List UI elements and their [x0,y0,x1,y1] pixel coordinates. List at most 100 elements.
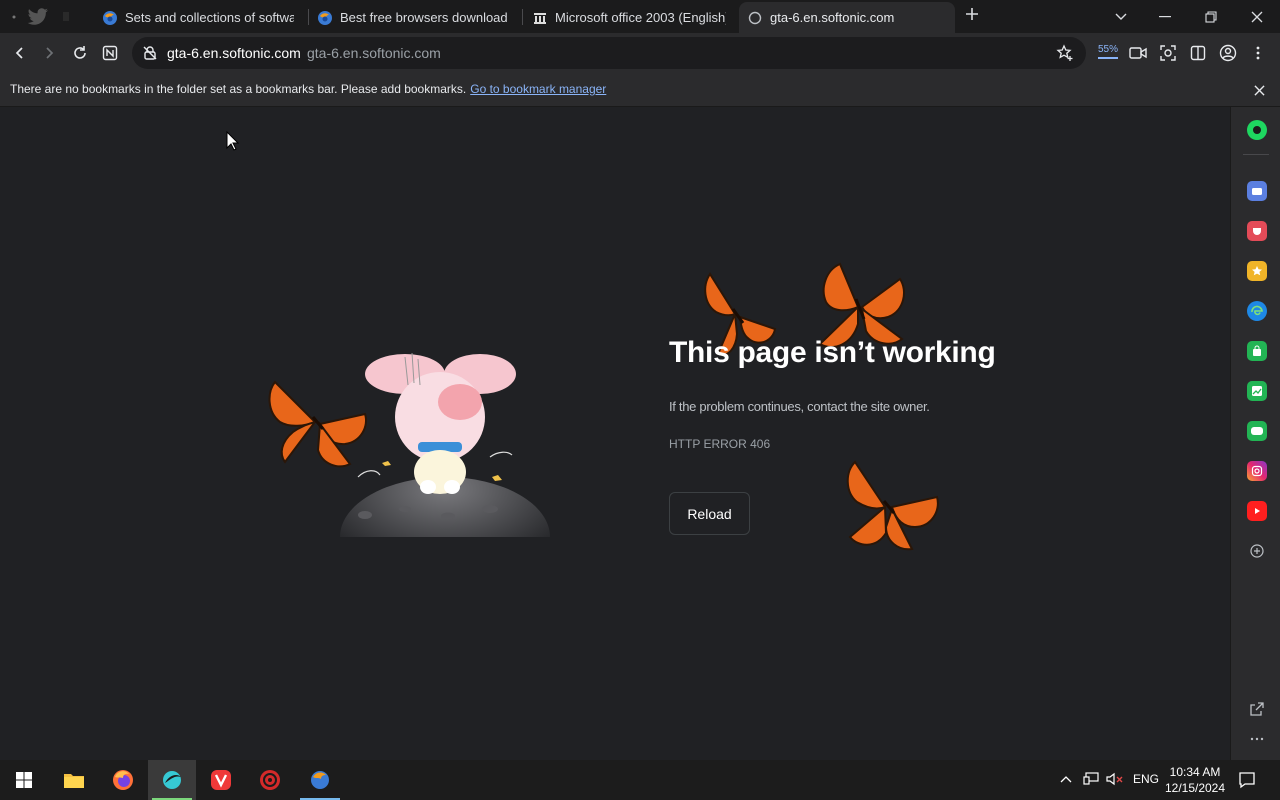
sidebar-item-assistant[interactable] [1247,120,1267,140]
edge-icon [1251,305,1263,316]
tray-language[interactable]: ENG [1133,772,1159,786]
notifications-button[interactable] [1238,771,1256,792]
taskbar-file-explorer[interactable] [50,760,98,800]
menu-button[interactable] [1246,41,1270,65]
chart-trend-icon [1252,386,1262,396]
screenshot-button[interactable] [1156,41,1180,65]
error-heading: This page isn’t working [669,336,996,369]
sidebar-popout-button[interactable] [1247,699,1267,719]
address-bar[interactable]: gta-6.en.softonic.com gta-6.en.softonic.… [132,37,1086,69]
minimize-icon [1159,15,1171,17]
sidebar-item-youtube[interactable] [1247,501,1267,521]
tab-strip: Sets and collections of softwar Best fre… [0,0,1280,33]
archive-building-icon [532,10,548,26]
tab-search-button[interactable] [1098,0,1144,33]
close-window-button[interactable] [1234,0,1280,33]
sidebar-item-stocks[interactable] [1247,381,1267,401]
windows-logo-icon [16,772,32,788]
refresh-icon [74,46,86,59]
mouse-cursor-icon [226,131,240,151]
video-button[interactable] [1126,41,1150,65]
new-tab-button[interactable] [962,6,982,26]
sidebar-item-games[interactable] [1247,421,1267,441]
taskbar-browser-globe[interactable] [296,760,344,800]
close-icon [1251,11,1263,22]
minimize-button[interactable] [1142,0,1188,33]
butterfly-icon [268,380,367,468]
sidebar-more-button[interactable] [1247,729,1267,749]
sidebar-item-favorites[interactable] [1247,261,1267,281]
zoom-indicator[interactable]: 55% [1096,39,1120,63]
browser-globe-icon [311,771,329,789]
news-n-icon [102,45,118,61]
wallet-icon [1252,188,1262,195]
address-host: gta-6.en.softonic.com [167,45,301,61]
dot-icon [12,15,16,19]
vivaldi-icon [211,770,231,790]
video-camera-icon [1129,47,1147,59]
tab-title: Microsoft office 2003 (English) [555,10,726,25]
add-favorite-star-icon[interactable] [1056,44,1074,62]
sidebar-item-bag[interactable] [1247,341,1267,361]
tray-overflow-button[interactable] [1060,772,1072,786]
taskbar-firefox[interactable] [99,760,147,800]
tab-microsoft-office[interactable]: Microsoft office 2003 (English) [524,2,734,33]
folder-icon [64,774,84,788]
pocket-icon [1253,228,1261,235]
taskbar-app-red[interactable] [246,760,294,800]
restore-button[interactable] [1188,0,1234,33]
new-tab-page-button[interactable] [98,41,122,65]
tray-volume[interactable] [1106,772,1124,789]
shopping-bag-icon [1253,345,1261,356]
pinned-tab-twitter[interactable] [24,4,52,30]
taskbar-clock[interactable]: 10:34 AM 12/15/2024 [1160,764,1230,796]
back-button[interactable] [8,41,32,65]
forward-button[interactable] [37,41,61,65]
sidebar-item-pocket[interactable] [1247,221,1267,241]
external-link-icon [1250,702,1264,716]
plus-circle-icon [1250,544,1264,558]
reload-button[interactable]: Reload [669,492,750,535]
gamepad-icon [1251,427,1263,435]
loading-globe-icon [747,10,763,26]
tab-title: gta-6.en.softonic.com [770,10,895,25]
horizontal-dots-icon [1250,737,1264,741]
tab-gta6-softonic[interactable]: gta-6.en.softonic.com [739,2,955,33]
sidebar-item-wallet[interactable] [1247,181,1267,201]
bookmark-manager-link[interactable]: Go to bookmark manager [470,82,606,96]
antivirus-shield-icon [260,770,280,790]
start-button[interactable] [0,760,48,800]
close-icon [1253,84,1265,96]
browser-sidebar [1230,107,1280,760]
firefox-icon [113,770,133,790]
instagram-icon [1251,465,1263,477]
tab-best-browsers[interactable]: Best free browsers download f [309,2,517,33]
profile-button[interactable] [1216,41,1240,65]
split-view-icon [1190,45,1206,61]
zoom-level: 55% [1097,44,1118,59]
pinned-tab-blank[interactable] [52,4,80,30]
taskbar-browser-active[interactable] [148,760,196,800]
tab-sets-collections[interactable]: Sets and collections of softwar [94,2,302,33]
star-icon [1252,266,1262,276]
sidebar-item-instagram[interactable] [1247,461,1267,481]
windows-taskbar: ENG 10:34 AM 12/15/2024 [0,760,1280,800]
split-screen-button[interactable] [1186,41,1210,65]
volume-muted-icon [1106,772,1123,786]
error-subtext: If the problem continues, contact the si… [669,399,930,414]
clock-date: 12/15/2024 [1164,781,1226,795]
forward-arrow-icon [46,47,54,59]
not-secure-icon [143,46,157,60]
butterfly-icon [846,460,939,551]
sidebar-item-edge[interactable] [1247,301,1267,321]
bookmarks-message-text: There are no bookmarks in the folder set… [10,82,467,96]
restore-icon [1205,10,1217,23]
close-bookmarks-bar-button[interactable] [1250,81,1268,99]
camera-capture-icon [1160,45,1176,61]
reload-toolbar-button[interactable] [68,41,92,65]
tray-network[interactable] [1083,772,1099,789]
taskbar-vivaldi[interactable] [197,760,245,800]
notification-bubble-icon [1239,772,1255,789]
plus-icon [966,8,978,20]
sidebar-add-button[interactable] [1247,541,1267,561]
